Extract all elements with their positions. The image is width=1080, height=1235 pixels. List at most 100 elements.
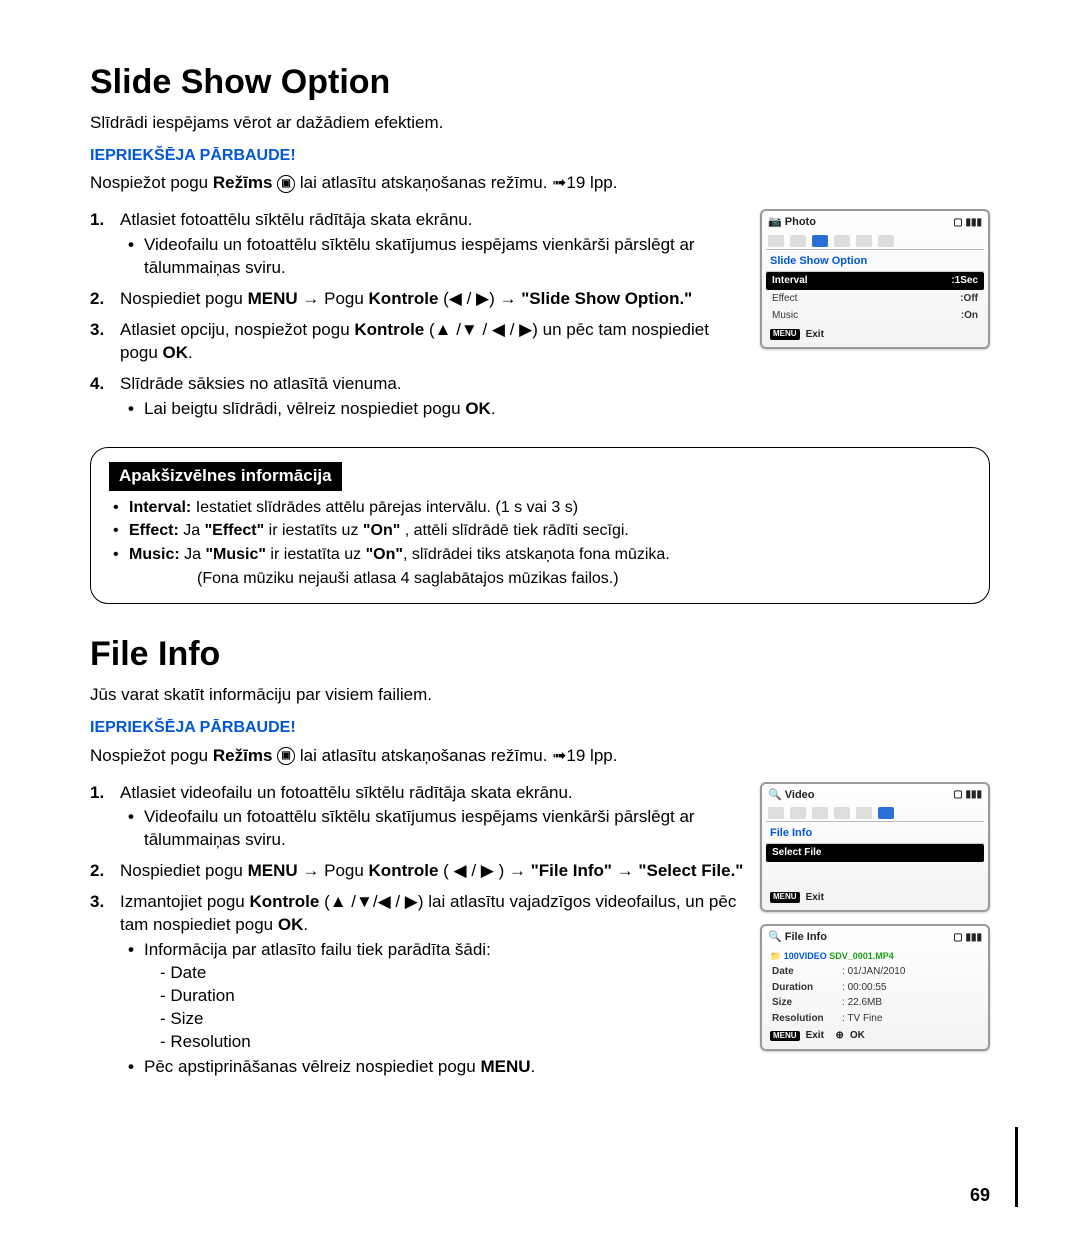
t: OK xyxy=(278,915,304,934)
screen-footer: MENU Exit ⊕ OK xyxy=(766,1026,984,1043)
step-item: Atlasiet opciju, nospiežot pogu Kontrole… xyxy=(90,319,750,365)
mode-icon: ▣ xyxy=(277,175,295,193)
t: Informācija par atlasīto failu tiek parā… xyxy=(144,940,491,959)
t: Effect: xyxy=(129,522,179,539)
screen-header: Slide Show Option xyxy=(766,252,984,272)
k: Size xyxy=(772,996,842,1010)
t: 100VIDEO xyxy=(784,951,827,961)
t: "On" xyxy=(363,522,400,539)
t: Režīms xyxy=(213,746,273,765)
battery-icon: ▢ ▮▮▮ xyxy=(953,216,982,230)
screen-row: Select File xyxy=(766,844,984,862)
row-label: Effect xyxy=(772,292,797,306)
battery-icon: ▢ ▮▮▮ xyxy=(953,788,982,802)
t: 19 lpp. xyxy=(566,173,617,192)
t: Atlasiet fotoattēlu sīktēlu rādītāja ska… xyxy=(120,210,472,229)
camera-screen-fileinfo-menu: 🔍 Video ▢ ▮▮▮ File Info Select File MENU… xyxy=(760,782,990,913)
t: Photo xyxy=(785,216,816,228)
row-label: Interval xyxy=(772,274,808,288)
t: Kontrole xyxy=(354,320,424,339)
file-path: 📁 100VIDEO SDV_0001.MP4 xyxy=(766,948,984,964)
kv-row: Date01/JAN/2010 xyxy=(766,964,984,980)
row-label: Music xyxy=(772,309,798,323)
submenu-info-box: Apakšizvēlnes informācija Interval: Iest… xyxy=(90,447,990,604)
sub-item: Pēc apstiprināšanas vēlreiz nospiediet p… xyxy=(124,1056,750,1079)
exit-label: Exit xyxy=(806,891,824,905)
intro-text: Jūs varat skatīt informāciju par visiem … xyxy=(90,684,990,707)
kv-row: Size22.6MB xyxy=(766,995,984,1011)
t: Atlasiet videofailu un fotoattēlu sīktēl… xyxy=(120,783,573,802)
step-item: Atlasiet fotoattēlu sīktēlu rādītāja ska… xyxy=(90,209,750,280)
step-item: Nospiediet pogu MENU → Pogu Kontrole (◀ … xyxy=(90,288,750,311)
k: Resolution xyxy=(772,1012,842,1026)
t: Kontrole xyxy=(249,892,319,911)
t: MENU xyxy=(248,861,298,880)
t: Atlasiet opciju, nospiežot pogu xyxy=(120,320,354,339)
dash-item: Duration xyxy=(160,985,750,1008)
exit-label: Exit xyxy=(806,328,824,342)
t: , slīdrādei tiks atskaņota fona mūzika. xyxy=(403,546,670,563)
steps-list: Atlasiet fotoattēlu sīktēlu rādītāja ska… xyxy=(90,209,750,421)
t: SDV_0001.MP4 xyxy=(829,951,894,961)
info-title: Apakšizvēlnes informācija xyxy=(109,462,342,491)
precheck-text: Nospiežot pogu Režīms ▣ lai atlasītu ats… xyxy=(90,172,990,195)
sub-item: Informācija par atlasīto failu tiek parā… xyxy=(124,939,750,1054)
t: "Select File." xyxy=(638,861,743,880)
mode-icon: ▣ xyxy=(277,747,295,765)
t: Nospiediet pogu xyxy=(120,861,248,880)
screen-header: File Info xyxy=(766,824,984,844)
step-item: Slīdrāde sāksies no atlasītā vienuma. La… xyxy=(90,373,750,421)
info-note: (Fona mūziku nejauši atlasa 4 saglabātaj… xyxy=(109,568,971,590)
screen-footer: MENU Exit xyxy=(766,888,984,905)
t: Režīms xyxy=(213,173,273,192)
info-item: Music: Ja "Music" ir iestatīta uz "On", … xyxy=(113,544,971,566)
dash-item: Date xyxy=(160,962,750,985)
t: Video xyxy=(785,789,815,801)
screen-tabs xyxy=(766,805,984,822)
intro-text: Slīdrādi iespējams vērot ar dažādiem efe… xyxy=(90,112,990,135)
screen-row: Music :On xyxy=(766,307,984,325)
screen-row: Interval :1Sec xyxy=(766,272,984,290)
t: Nospiežot pogu xyxy=(90,746,213,765)
t: "Slide Show Option." xyxy=(521,289,692,308)
exit-label: Exit xyxy=(806,1029,824,1043)
kv-row: Duration00:00:55 xyxy=(766,980,984,996)
t: "File Info" xyxy=(531,861,612,880)
v: 00:00:55 xyxy=(842,981,887,995)
dash-item: Size xyxy=(160,1008,750,1031)
t: Ja xyxy=(179,522,205,539)
section-title: File Info xyxy=(90,632,990,678)
t: (◀ / ▶) → xyxy=(438,289,521,308)
steps-list: Atlasiet videofailu un fotoattēlu sīktēl… xyxy=(90,782,750,1079)
t: Kontrole xyxy=(369,289,439,308)
row-value: :1Sec xyxy=(951,274,978,288)
t: Nospiediet pogu xyxy=(120,289,248,308)
menu-btn: MENU xyxy=(770,1031,800,1042)
t: MENU xyxy=(248,289,298,308)
t: Pēc apstiprināšanas vēlreiz nospiediet p… xyxy=(144,1057,480,1076)
precheck-heading: IEPRIEKŠĒJA PĀRBAUDE! xyxy=(90,145,990,167)
t: Lai beigtu slīdrādi, vēlreiz nospiediet … xyxy=(144,399,465,418)
t: OK xyxy=(465,399,491,418)
ok-label: OK xyxy=(850,1029,865,1043)
t: Ja xyxy=(180,546,206,563)
k: Date xyxy=(772,965,842,979)
menu-btn: MENU xyxy=(770,329,800,340)
page-decoration-bar xyxy=(1015,1127,1018,1207)
t: lai atlasītu atskaņošanas režīmu. xyxy=(295,173,552,192)
page-ref-icon: ➟ xyxy=(552,746,566,765)
t: , attēli slīdrādē tiek rādīti secīgi. xyxy=(400,522,629,539)
row-value: :On xyxy=(961,309,978,323)
dash-item: Resolution xyxy=(160,1031,750,1054)
kv-row: ResolutionTV Fine xyxy=(766,1011,984,1027)
page-ref-icon: ➟ xyxy=(552,173,566,192)
screen-footer: MENU Exit xyxy=(766,325,984,342)
t: "Music" xyxy=(205,546,266,563)
row-label: Select File xyxy=(772,846,821,860)
mode-label: 🔍 File Info xyxy=(768,930,827,945)
t: Interval: xyxy=(129,499,191,516)
info-item: Effect: Ja "Effect" ir iestatīts uz "On"… xyxy=(113,520,971,542)
camera-screen-slideshow: 📷 Photo ▢ ▮▮▮ Slide Show Option Interval… xyxy=(760,209,990,349)
sub-item: Videofailu un fotoattēlu sīktēlu skatīju… xyxy=(124,806,750,852)
v: TV Fine xyxy=(842,1012,882,1026)
